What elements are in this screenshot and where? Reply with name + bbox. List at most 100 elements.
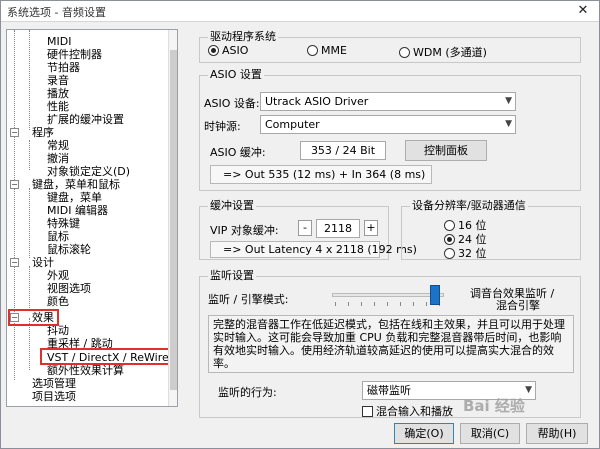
collapse-icon[interactable]: − [10,258,19,267]
tree-item-design[interactable]: 设计 [32,256,54,269]
tree-line [14,30,15,380]
radio-empty-icon [307,45,318,56]
monitor-mode-description: 完整的混音器工作在低延迟模式，包括在线和主效果，并且可以用于处理实时输入。这可能… [208,315,574,373]
tree-item-extended-buffer[interactable]: 扩展的缓冲设置 [47,113,124,126]
buffer-increase-button[interactable]: + [364,220,378,236]
scrollbar-thumb[interactable] [170,50,177,390]
radio-mme[interactable]: MME [307,44,347,57]
tree-scrollbar[interactable] [168,30,177,406]
help-button[interactable]: 帮助(H) [526,423,588,444]
system-options-window: 系统选项 - 音频设置 ✕ MIDI 硬件控制器 节拍器 录音 播放 性能 扩展… [0,0,600,449]
radio-selected-icon [208,45,219,56]
buffer-latency-info: => Out Latency 4 x 2118 (192 ms) [210,241,417,258]
tree-item-metronome[interactable]: 节拍器 [47,61,80,74]
radio-asio[interactable]: ASIO [208,44,248,57]
monitor-mode-slider-thumb[interactable] [430,285,440,305]
tree-item-extra-effects[interactable]: 额外性效果计算 [47,364,124,377]
slider-tick [413,302,414,306]
driver-system-group: 驱动程序系统 ASIO MME WDM (多通道) [199,30,581,63]
checkbox-icon [362,406,373,417]
slider-tick [361,302,362,306]
asio-buffer-label: ASIO 缓冲: [210,146,266,159]
slider-tick [335,302,336,306]
asio-device-value: Utrack ASIO Driver [265,95,369,108]
clock-source-label: 时钟源: [204,120,241,133]
tree-item-recording[interactable]: 录音 [47,74,69,87]
tree-item-hardware-controller[interactable]: 硬件控制器 [47,48,102,61]
radio-label: WDM (多通道) [413,46,487,59]
monitor-mode-label: 监听 / 引擎模式: [208,293,289,306]
options-tree[interactable]: MIDI 硬件控制器 节拍器 录音 播放 性能 扩展的缓冲设置 − 程序 常规 … [6,29,178,407]
collapse-icon[interactable]: − [10,180,19,189]
clock-source-select[interactable]: Computer ▼ [260,115,516,134]
tree-item-general[interactable]: 常规 [47,139,69,152]
radio-label: MME [321,44,347,57]
buffer-settings-group: 缓冲设置 VIP 对象缓冲: - 2118 + => Out Latency 4… [199,199,417,260]
radio-32bit[interactable]: 32 位 [444,245,487,261]
tree-line [29,30,30,130]
tree-item-option-manager[interactable]: 选项管理 [32,377,76,390]
tree-item-midi[interactable]: MIDI [47,35,71,48]
control-panel-button[interactable]: 控制面板 [405,140,487,161]
vip-buffer-field[interactable]: 2118 [316,219,360,238]
monitor-mode-slider-track[interactable] [332,293,444,297]
slider-tick [348,302,349,306]
buffer-group-title: 缓冲设置 [208,199,256,212]
radio-empty-icon [444,248,455,259]
tree-item-undo[interactable]: 撤消 [47,152,69,165]
tree-item-keyboard-menu-mouse[interactable]: 键盘，菜单和鼠标 [32,178,120,191]
slider-tick [400,302,401,306]
tree-item-performance[interactable]: 性能 [47,100,69,113]
asio-group-title: ASIO 设置 [208,68,264,81]
resolution-group-title: 设备分辨率/驱动器通信 [410,199,528,212]
tree-item-playback[interactable]: 播放 [47,87,69,100]
slider-tick [374,302,375,306]
radio-empty-icon [444,220,455,231]
chevron-down-icon: ▼ [505,96,512,106]
cancel-button[interactable]: 取消(C) [460,423,520,444]
monitor-behavior-value: 磁带监听 [367,384,411,397]
tree-line [29,188,30,258]
tree-item-view-options[interactable]: 视图选项 [47,282,91,295]
asio-buffer-field[interactable]: 353 / 24 Bit [300,141,386,160]
asio-settings-group: ASIO 设置 ASIO 设备: Utrack ASIO Driver ▼ 时钟… [199,68,581,191]
tree-item-object-lock[interactable]: 对象锁定定义(D) [47,165,130,178]
resolution-group: 设备分辨率/驱动器通信 16 位 24 位 32 位 [401,199,581,261]
checkbox-label: 混合输入和播放 [376,405,453,418]
tree-item-program[interactable]: 程序 [32,126,54,139]
radio-label: ASIO [222,44,249,57]
tree-item-mouse-wheel[interactable]: 鼠标滚轮 [47,243,91,256]
effects-highlight-box [8,309,59,326]
clock-source-value: Computer [265,118,320,131]
close-button[interactable]: ✕ [573,3,593,19]
mix-input-playback-checkbox[interactable]: 混合输入和播放 [362,403,453,419]
watermark: Bai 经验 [463,397,525,415]
collapse-icon[interactable]: − [10,128,19,137]
tree-item-appearance[interactable]: 外观 [47,269,69,282]
tree-item-keyboard-menu[interactable]: 键盘，菜单 [47,191,102,204]
chevron-down-icon: ▼ [505,119,512,129]
tree-item-colors[interactable]: 颜色 [47,295,69,308]
radio-empty-icon [399,47,410,58]
radio-wdm[interactable]: WDM (多通道) [399,44,487,60]
monitor-mode-right-label-2: 混合引擎 [496,299,540,312]
driver-group-title: 驱动程序系统 [208,30,278,43]
asio-device-label: ASIO 设备: [204,97,260,110]
chevron-down-icon: ▼ [525,385,532,395]
tree-item-project-options[interactable]: 项目选项 [32,390,76,403]
tree-line [29,140,30,170]
slider-tick [387,302,388,306]
title-bar[interactable]: 系统选项 - 音频设置 ✕ [1,1,599,22]
vip-buffer-label: VIP 对象缓冲: [210,224,279,237]
monitoring-group-title: 监听设置 [208,269,256,282]
tree-item-midi-editor[interactable]: MIDI 编辑器 [47,204,108,217]
ok-button[interactable]: 确定(O) [394,423,454,444]
radio-selected-icon [444,234,455,245]
tree-item-special-keys[interactable]: 特殊键 [47,217,80,230]
vst-highlight-box [40,348,174,365]
asio-device-select[interactable]: Utrack ASIO Driver ▼ [260,92,516,111]
tree-item-mouse[interactable]: 鼠标 [47,230,69,243]
slider-tick [426,302,427,306]
buffer-decrease-button[interactable]: - [298,220,312,236]
monitor-behavior-label: 监听的行为: [218,386,277,399]
